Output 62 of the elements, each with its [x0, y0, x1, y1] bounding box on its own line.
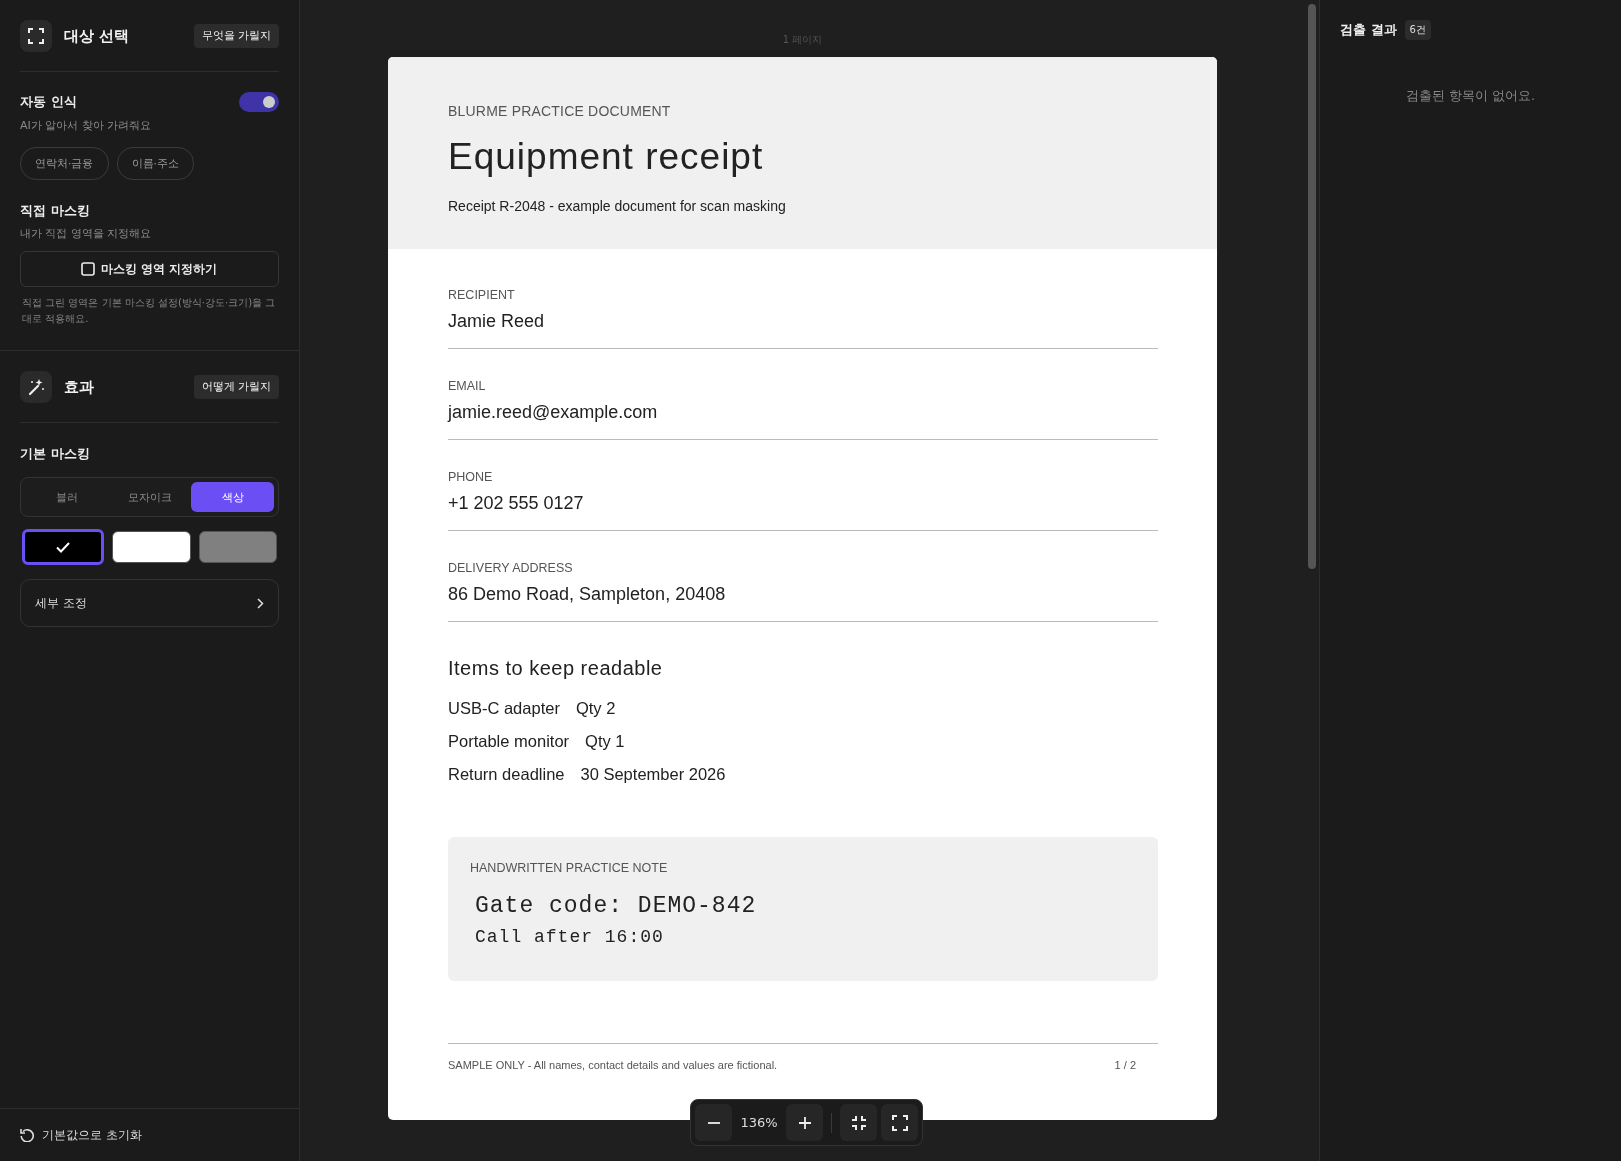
- field-value: Jamie Reed: [448, 311, 546, 332]
- plus-icon: [798, 1116, 811, 1129]
- document-eyebrow: BLURME PRACTICE DOCUMENT: [448, 103, 672, 119]
- panel-title: 검출 결과: [1340, 21, 1397, 39]
- item-name: USB-C adapter: [448, 699, 560, 718]
- magic-wand-icon: [27, 378, 45, 396]
- handwritten-line: Call after 16:00: [475, 927, 665, 947]
- collapse-icon: [850, 1114, 867, 1131]
- color-swatch[interactable]: [198, 531, 277, 563]
- count-badge: 6건: [1404, 20, 1431, 40]
- zoom-level: 136%: [739, 1115, 779, 1130]
- field-value: +1 202 555 0127: [448, 493, 585, 514]
- section-heading: Items to keep readable: [448, 657, 664, 680]
- help-button[interactable]: 무엇을 가릴지: [193, 24, 279, 48]
- details-row[interactable]: 세부 조정: [20, 579, 279, 627]
- mode-tab[interactable]: 모자이크: [108, 482, 191, 512]
- mode-tab[interactable]: 색상: [191, 482, 274, 512]
- page-number: 1 / 2: [1114, 1059, 1136, 1071]
- group-label: 기본 마스킹: [20, 445, 91, 463]
- note-label: HANDWRITTEN PRACTICE NOTE: [470, 861, 669, 875]
- mask-area-button[interactable]: 마스킹 영역 지정하기: [20, 251, 279, 287]
- handwritten-line: Gate code: DEMO-842: [475, 893, 758, 919]
- field-value: 86 Demo Road, Sampleton, 20408: [448, 584, 727, 605]
- color-swatch[interactable]: [22, 529, 105, 565]
- item-value: Qty 2: [575, 699, 616, 718]
- field-label: EMAIL: [448, 379, 487, 393]
- item-value: 30 September 2026: [580, 765, 726, 784]
- reset-button[interactable]: 기본값으로 초기화: [20, 1127, 142, 1143]
- document-subtitle: Receipt R-2048 - example document for scan masking: [448, 198, 787, 214]
- field-value: jamie.reed@example.com: [448, 402, 659, 423]
- toggle-switch[interactable]: [239, 92, 279, 112]
- fit-button[interactable]: [840, 1104, 877, 1141]
- group-label: 직접 마스킹: [20, 202, 91, 220]
- field-label: RECIPIENT: [448, 288, 516, 302]
- scrollbar-thumb[interactable]: [1308, 4, 1316, 569]
- fullscreen-icon: [891, 1114, 908, 1131]
- category-chip[interactable]: 이름·주소: [116, 147, 194, 180]
- item-name: Portable monitor: [448, 732, 570, 751]
- help-button[interactable]: 어떻게 가릴지: [193, 375, 279, 399]
- description: AI가 알아서 찾아 가려줘요: [20, 118, 153, 133]
- footer-text: SAMPLE ONLY - All names, contact details and values are fictional.: [448, 1059, 778, 1071]
- field-label: PHONE: [448, 470, 494, 484]
- reset-icon: [20, 1128, 34, 1142]
- chevron-right-icon: [257, 597, 264, 609]
- hint-text: 직접 그린 영역은 기본 마스킹 설정(방식·강도·크기)을 그대로 적용해요.: [21, 296, 277, 326]
- expand-icon: [28, 28, 44, 44]
- square-icon: [81, 262, 96, 276]
- category-chip[interactable]: 연락처·금융: [20, 147, 109, 180]
- empty-message: 검출된 항목이 없어요.: [1405, 88, 1536, 105]
- check-icon: [56, 541, 71, 553]
- section-title: 대상 선택: [64, 26, 131, 46]
- group-label: 자동 인식: [20, 93, 77, 111]
- color-swatch[interactable]: [112, 531, 191, 563]
- fullscreen-button[interactable]: [881, 1104, 918, 1141]
- mode-tab[interactable]: 블러: [25, 482, 108, 512]
- item-name: Return deadline: [448, 765, 565, 784]
- zoom-in-button[interactable]: [786, 1104, 823, 1141]
- section-title: 효과: [64, 377, 95, 397]
- document-title: Equipment receipt: [448, 136, 765, 178]
- description: 내가 직접 영역을 지정해요: [20, 226, 153, 241]
- field-label: DELIVERY ADDRESS: [448, 561, 574, 575]
- item-value: Qty 1: [585, 732, 625, 751]
